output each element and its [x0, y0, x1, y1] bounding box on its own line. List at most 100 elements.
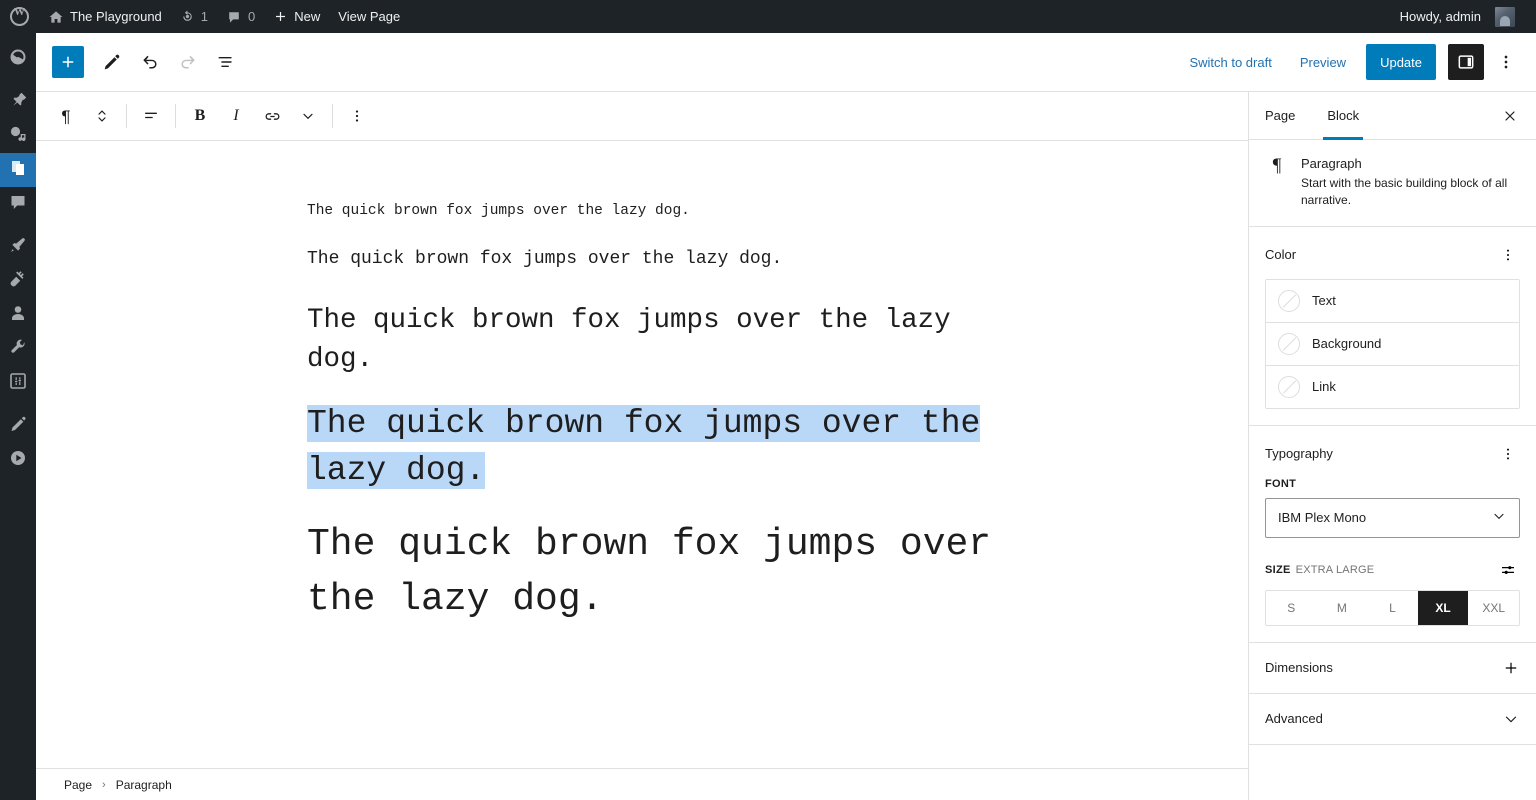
wrench-icon [8, 337, 28, 362]
align-button[interactable] [133, 98, 169, 134]
undo-button[interactable] [132, 44, 168, 80]
my-account-button[interactable]: Howdy, admin [1391, 0, 1524, 33]
font-field-label: FONT [1265, 478, 1520, 490]
breadcrumb: Page › Paragraph [36, 768, 1248, 800]
no-color-slash-icon [1278, 375, 1300, 398]
settings-tabs: Page Block [1249, 92, 1536, 140]
more-formats-button[interactable] [290, 98, 326, 134]
sidebar-item-tools[interactable] [0, 332, 36, 366]
font-family-select[interactable]: IBM Plex Mono [1265, 497, 1520, 538]
tab-block[interactable]: Block [1311, 92, 1375, 140]
sidebar-item-media[interactable] [0, 119, 36, 153]
advanced-title: Advanced [1265, 711, 1323, 727]
tools-pencil-button[interactable] [94, 44, 130, 80]
new-label: New [294, 9, 321, 24]
advanced-panel-toggle[interactable]: Advanced [1249, 694, 1536, 745]
preview-button[interactable]: Preview [1288, 49, 1358, 76]
bold-button[interactable]: B [182, 98, 218, 134]
settings-sidebar-toggle-button[interactable] [1448, 44, 1484, 80]
paragraph-block[interactable]: The quick brown fox jumps over the lazy … [307, 517, 1019, 627]
close-sidebar-button[interactable] [1492, 92, 1528, 139]
font-size-s[interactable]: S [1266, 590, 1317, 625]
redo-button[interactable] [170, 44, 206, 80]
comment-bubble-icon [226, 9, 242, 25]
block-type-button[interactable]: ¶ [48, 98, 84, 134]
comment-icon [8, 192, 28, 217]
font-size-m[interactable]: M [1316, 590, 1368, 625]
sidebar-item-users[interactable] [0, 298, 36, 332]
block-movers-button[interactable] [84, 98, 120, 134]
site-name-button[interactable]: The Playground [39, 0, 171, 33]
breadcrumb-item-paragraph[interactable]: Paragraph [116, 778, 172, 792]
color-row-text[interactable]: Text [1266, 279, 1519, 323]
block-card: ¶ Paragraph Start with the basic buildin… [1249, 140, 1536, 227]
paragraph-block[interactable]: The quick brown fox jumps over the lazy … [307, 201, 1019, 223]
menu-spacer [0, 33, 36, 42]
sidebar-item-playground[interactable] [0, 443, 36, 477]
breadcrumb-item-page[interactable]: Page [64, 778, 92, 792]
block-options-button[interactable] [339, 98, 375, 134]
typography-panel-header: Typography [1265, 442, 1520, 466]
new-content-button[interactable]: New [264, 0, 329, 33]
paragraph-block-selected[interactable]: The quick brown fox jumps over the lazy … [307, 401, 1019, 495]
paragraph-text: The quick brown fox jumps over the lazy … [307, 404, 981, 489]
pin-icon [8, 90, 28, 115]
color-options-list: Text Background Link [1265, 278, 1520, 409]
sidebar-item-pages[interactable] [0, 153, 36, 187]
list-view-button[interactable] [208, 44, 244, 80]
sidebar-item-settings[interactable] [0, 366, 36, 400]
sidebar-item-comments[interactable] [0, 187, 36, 221]
pencil-icon [8, 414, 28, 439]
dimensions-panel-toggle[interactable]: Dimensions [1249, 643, 1536, 694]
three-dots-vertical-icon [355, 110, 359, 122]
font-size-l[interactable]: L [1367, 590, 1418, 625]
post-content: The quick brown fox jumps over the lazy … [307, 201, 1019, 627]
paragraph-text: The quick brown fox jumps over the lazy … [307, 522, 992, 621]
switch-to-draft-button[interactable]: Switch to draft [1177, 49, 1283, 76]
sidebar-item-appearance[interactable] [0, 230, 36, 264]
color-panel-options-button[interactable] [1496, 243, 1520, 267]
color-panel-title: Color [1265, 247, 1297, 263]
inline-format-group: B I [178, 92, 330, 140]
menu-spacer [0, 221, 36, 230]
add-block-button[interactable] [52, 46, 84, 78]
sidebar-item-posts[interactable] [0, 85, 36, 119]
site-name-label: The Playground [70, 9, 162, 24]
font-size-toggle-group: S M L XL XXL [1265, 589, 1520, 626]
comments-count: 0 [248, 9, 256, 24]
plus-icon [273, 9, 288, 24]
settings-sidebar: Page Block ¶ Paragraph Start with the ba… [1248, 92, 1536, 800]
editor-header-right: Switch to draft Preview Update [1177, 44, 1524, 80]
wordpress-block-editor: The Playground 1 0 New Vi [0, 0, 1536, 800]
tab-page[interactable]: Page [1249, 92, 1311, 139]
update-button[interactable]: Update [1366, 44, 1436, 80]
view-page-button[interactable]: View Page [329, 0, 409, 33]
sidebar-item-editor[interactable] [0, 409, 36, 443]
color-row-background[interactable]: Background [1266, 322, 1519, 366]
font-size-xxl[interactable]: XXL [1468, 590, 1519, 625]
paintbrush-icon [8, 235, 28, 260]
revisions-count: 1 [200, 9, 209, 24]
link-button[interactable] [254, 98, 290, 134]
block-editor: Switch to draft Preview Update ¶ B I The… [36, 33, 1536, 800]
menu-spacer [0, 400, 36, 409]
editor-canvas-column: ¶ B I The quick brown fox jumps over the… [36, 92, 1248, 800]
paragraph-block[interactable]: The quick brown fox jumps over the lazy … [307, 301, 1019, 379]
color-row-link[interactable]: Link [1266, 365, 1519, 408]
revisions-button[interactable]: 1 [171, 0, 217, 33]
font-size-xl[interactable]: XL [1417, 590, 1469, 625]
color-panel: Color Text Background Link [1249, 227, 1536, 426]
wordpress-logo-button[interactable] [0, 0, 39, 33]
paragraph-block[interactable]: The quick brown fox jumps over the lazy … [307, 246, 1019, 273]
sidebar-item-plugins[interactable] [0, 264, 36, 298]
italic-button[interactable]: I [218, 98, 254, 134]
editor-canvas[interactable]: The quick brown fox jumps over the lazy … [36, 141, 1248, 768]
size-label-text: SIZE [1265, 563, 1291, 576]
block-options-group [335, 92, 379, 140]
font-size-settings-button[interactable] [1496, 558, 1520, 582]
more-options-button[interactable] [1488, 44, 1524, 80]
comments-button[interactable]: 0 [217, 0, 264, 33]
typography-panel-options-button[interactable] [1496, 442, 1520, 466]
admin-bar-right-group: Howdy, admin [1391, 0, 1536, 33]
sidebar-item-dashboard[interactable] [0, 42, 36, 76]
